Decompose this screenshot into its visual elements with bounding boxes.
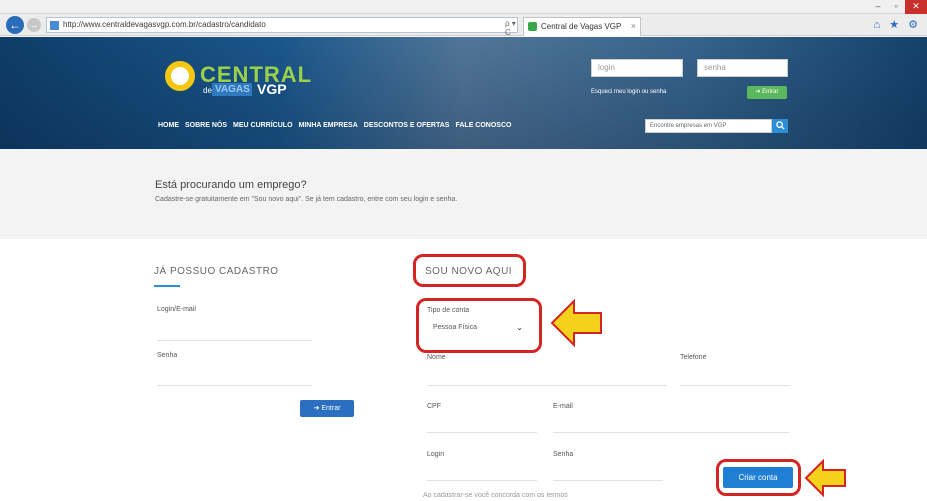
header-password-input[interactable]: senha (697, 59, 788, 77)
email-input[interactable] (553, 432, 789, 433)
tab-title: Central de Vagas VGP (541, 22, 622, 31)
back-button[interactable]: ← (6, 16, 24, 34)
menu-item-home[interactable]: HOME (157, 122, 180, 129)
highlight-tipo-conta (416, 298, 542, 353)
main-menu: HOME SOBRE NÓS MEU CURRÍCULO MINHA EMPRE… (157, 122, 512, 129)
title-bar: – ▫ ✕ (0, 0, 927, 14)
phone-label: Telefone (680, 354, 707, 361)
forward-button[interactable]: → (27, 18, 41, 32)
menu-item-curriculo[interactable]: MEU CURRÍCULO (232, 122, 294, 129)
login-title-underline (154, 285, 180, 287)
highlight-criar-conta (716, 459, 801, 496)
logo-vgp: VGP (257, 81, 287, 97)
highlight-sou-novo (413, 254, 526, 287)
enter-button[interactable]: ➜ Entrar (300, 400, 354, 417)
arrow-left-icon (804, 458, 846, 498)
login-email-input[interactable] (157, 340, 312, 341)
forgot-password-link[interactable]: Esqueci meu login ou senha (591, 89, 666, 95)
intro-section: Está procurando um emprego? Cadastre-se … (0, 149, 927, 239)
signup-password-input[interactable] (553, 480, 663, 481)
terms-text: Ao cadastrar-se você concorda com os ter… (423, 492, 568, 499)
logo-vagas: VAGAS (212, 83, 252, 96)
tab-central-vagas[interactable]: Central de Vagas VGP × (523, 17, 641, 36)
menu-item-empresa[interactable]: MINHA EMPRESA (298, 122, 359, 129)
toolbar-icons[interactable]: ⌂ ★ ⚙ (874, 18, 921, 31)
header-login-input[interactable]: login (591, 59, 683, 77)
address-url: http://www.centraldevagasvgp.com.br/cada… (63, 20, 266, 29)
browser-toolbar: ← → http://www.centraldevagasvgp.com.br/… (0, 14, 927, 37)
company-search-input[interactable]: Encontre empresas em VGP (645, 119, 772, 133)
login-section-title: JÁ POSSUO CADASTRO (154, 266, 279, 277)
maximize-button[interactable]: ▫ (887, 0, 905, 14)
close-button[interactable]: ✕ (905, 0, 927, 14)
signup-login-label: Login (427, 451, 445, 458)
cpf-input[interactable] (427, 432, 537, 433)
email-label: E-mail (553, 403, 573, 410)
address-tools[interactable]: ρ ▾ C (505, 19, 517, 37)
tab-close-icon[interactable]: × (631, 21, 636, 31)
login-email-label: Login/E-mail (157, 306, 196, 313)
logo-de: de (203, 86, 212, 95)
signup-login-input[interactable] (427, 480, 537, 481)
phone-input[interactable] (680, 385, 790, 386)
browser-window: – ▫ ✕ ← → http://www.centraldevagasvgp.c… (0, 0, 927, 501)
intro-subtitle: Cadastre-se gratuitamente em "Sou novo a… (155, 196, 458, 203)
menu-item-descontos[interactable]: DESCONTOS E OFERTAS (363, 122, 451, 129)
login-password-label: Senha (157, 352, 178, 359)
logo-circle-icon (165, 61, 195, 91)
header-enter-button[interactable]: ➜ Entrar (747, 86, 787, 99)
signup-password-label: Senha (553, 451, 574, 458)
address-bar[interactable]: http://www.centraldevagasvgp.com.br/cada… (46, 17, 518, 37)
cpf-label: CPF (427, 403, 441, 410)
site-header: CENTRAL de VAGAS VGP login senha Esqueci… (0, 37, 927, 149)
name-input[interactable] (427, 385, 667, 386)
menu-item-contato[interactable]: FALE CONOSCO (454, 122, 512, 129)
tab-favicon-icon (528, 22, 537, 31)
name-label: Nome (427, 354, 446, 361)
menu-item-sobre[interactable]: SOBRE NÓS (184, 122, 228, 129)
minimize-button[interactable]: – (869, 0, 887, 14)
site-favicon-icon (50, 21, 59, 30)
intro-title: Está procurando um emprego? (155, 179, 307, 191)
login-password-input[interactable] (157, 385, 312, 386)
arrow-left-icon (550, 298, 602, 348)
window-controls: – ▫ ✕ (869, 0, 927, 14)
search-icon[interactable] (772, 119, 788, 133)
